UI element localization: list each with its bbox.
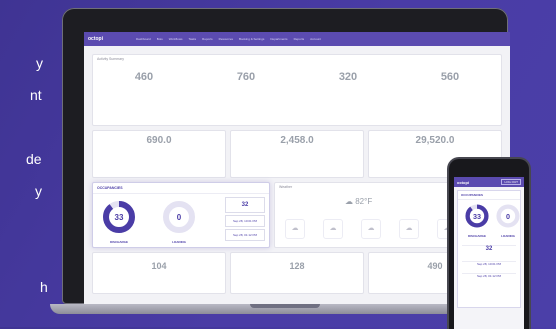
count-value: 560: [440, 71, 460, 83]
cloud-icon: ☁: [399, 219, 419, 239]
phone-occupancy-title[interactable]: OCCUPANCIES: [458, 191, 520, 200]
phone-discharge-value: 33: [473, 212, 481, 221]
cloud-icon: ☁: [345, 197, 353, 206]
occupancy-list: 32 Sep 28, 10:01 PM Sep 28, 01:12 PM: [225, 197, 265, 243]
phone-loading-label: LOADING: [501, 234, 515, 238]
phone-discharge-donut: 33 DISCHARGE: [463, 203, 491, 238]
nav-item-dashboard[interactable]: Dashboard: [136, 37, 151, 41]
phone-loading-chart: 0: [496, 204, 520, 228]
occupancy-date[interactable]: Sep 28, 01:12 PM: [225, 229, 265, 241]
count-value: 760: [236, 71, 256, 83]
occupancy-stat: 32: [225, 197, 265, 213]
occupancy-panel: OCCUPANCIES 33 DISCHARGE 0 LOADING 32 Se…: [92, 182, 270, 248]
count-value: 320: [338, 71, 358, 83]
occupancy-date[interactable]: Sep 28, 10:01 PM: [225, 215, 265, 227]
text-fragment: nt: [30, 87, 42, 103]
phone-mockup: octopi LOG OUT OCCUPANCIES 33 DISCHARGE …: [447, 157, 531, 329]
discharge-value: 33: [115, 213, 124, 222]
discharge-label: DISCHARGE: [109, 240, 128, 244]
discharge-donut-chart: 33: [103, 201, 135, 233]
nav-item-departments[interactable]: Departments: [270, 37, 287, 41]
phone-occupancy-panel: OCCUPANCIES 33 DISCHARGE 0 LOADING 32 Se…: [457, 190, 521, 308]
counts-panel: Activity Summary 460 760 320 560: [92, 54, 502, 126]
bottom-stat-card: 128: [230, 252, 364, 294]
loading-donut: 0 LOADING: [159, 199, 199, 244]
metrics-row: 690.0 2,458.0 29,520.0: [92, 130, 502, 178]
phone-logout-button[interactable]: LOG OUT: [501, 179, 521, 185]
laptop-notch: [250, 304, 320, 308]
metric-card: 690.0: [92, 130, 226, 178]
phone-discharge-chart: 33: [465, 204, 489, 228]
text-fragment: y: [36, 55, 43, 71]
occupancy-weather-row: OCCUPANCIES 33 DISCHARGE 0 LOADING 32 Se…: [92, 182, 502, 248]
cloud-icon: ☁: [323, 219, 343, 239]
metric-card: 2,458.0: [230, 130, 364, 178]
temperature: ☁ 82°F: [345, 197, 372, 206]
nav-item-reports-2[interactable]: Reports: [294, 37, 305, 41]
bottom-stat-value: 104: [151, 261, 167, 271]
nav-item-resources[interactable]: Resources: [219, 37, 233, 41]
phone-loading-value: 0: [506, 212, 510, 221]
phone-loading-donut: 0 LOADING: [494, 203, 522, 238]
text-fragment: de: [26, 151, 42, 167]
bottom-stats-row: 104 128 490: [92, 252, 502, 294]
top-navbar: octopi Dashboard Bots Workflows Tasks Re…: [84, 32, 510, 46]
metric-value: 2,458.0: [280, 135, 314, 146]
nav-item-workflows[interactable]: Workflows: [169, 37, 183, 41]
app-logo[interactable]: octopi: [88, 36, 130, 42]
metric-value: 690.0: [146, 135, 172, 146]
text-fragment: y: [35, 183, 42, 199]
count-value: 460: [134, 71, 154, 83]
count-stat: 760: [237, 71, 255, 83]
count-stat: 560: [441, 71, 459, 83]
discharge-donut: 33 DISCHARGE: [99, 199, 139, 244]
loading-value: 0: [177, 213, 182, 222]
loading-label: LOADING: [172, 240, 186, 244]
temperature-value: 82°F: [355, 197, 373, 206]
counts-title: Activity Summary: [97, 57, 125, 61]
loading-donut-chart: 0: [163, 201, 195, 233]
nav-item-account[interactable]: Account: [310, 37, 321, 41]
phone-screen: octopi LOG OUT OCCUPANCIES 33 DISCHARGE …: [454, 177, 524, 329]
bottom-stat-card: 104: [92, 252, 226, 294]
cloud-icon: ☁: [285, 219, 305, 239]
phone-stat: 32: [462, 245, 516, 252]
count-stat: 460: [135, 71, 153, 83]
phone-date[interactable]: Sep 28, 01:12 PM: [462, 273, 516, 278]
count-stat: 320: [339, 71, 357, 83]
phone-logo[interactable]: octopi: [457, 180, 469, 185]
text-fragment: h: [40, 279, 48, 295]
metric-value: 29,520.0: [415, 135, 455, 146]
nav-item-reports[interactable]: Reports: [202, 37, 213, 41]
cloud-icon: ☁: [361, 219, 381, 239]
phone-date[interactable]: Sep 28, 10:01 PM: [462, 261, 516, 266]
laptop-lid: octopi Dashboard Bots Workflows Tasks Re…: [62, 8, 510, 304]
phone-discharge-label: DISCHARGE: [467, 234, 486, 238]
nav-item-bots[interactable]: Bots: [157, 37, 163, 41]
nav-item-booking[interactable]: Booking & Settings: [239, 37, 264, 41]
bottom-stat-value: 128: [289, 261, 305, 271]
counts-row: 460 760 320 560: [93, 63, 501, 83]
nav-item-tasks[interactable]: Tasks: [188, 37, 196, 41]
occupancy-title[interactable]: OCCUPANCIES: [93, 183, 269, 194]
phone-navbar: octopi LOG OUT: [454, 177, 524, 187]
